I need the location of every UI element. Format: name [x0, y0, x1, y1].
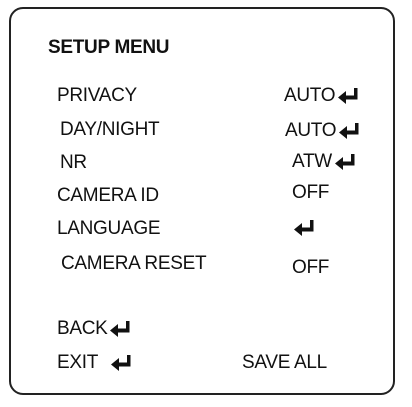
back-label[interactable]: BACK [57, 318, 108, 340]
day-night-value-group[interactable]: AUTO [285, 120, 360, 142]
nr-value-group[interactable]: ATW [292, 151, 356, 173]
camera-reset-value[interactable]: OFF [292, 257, 329, 279]
camera-id-value[interactable]: OFF [292, 182, 329, 204]
privacy-value[interactable]: AUTO [284, 85, 336, 107]
back-button[interactable]: BACK [57, 318, 131, 340]
exit-label[interactable]: EXIT [57, 352, 98, 374]
menu-item-camera-id[interactable]: CAMERA ID [57, 185, 159, 207]
privacy-value-group[interactable]: AUTO [284, 85, 359, 107]
menu-item-camera-reset[interactable]: CAMERA RESET [61, 253, 207, 275]
menu-item-nr[interactable]: NR [60, 152, 87, 174]
enter-icon [109, 320, 131, 338]
menu-item-language[interactable]: LANGUAGE [57, 218, 160, 240]
menu-item-privacy[interactable]: PRIVACY [57, 85, 137, 107]
enter-icon [110, 354, 132, 372]
save-all-button[interactable]: SAVE ALL [242, 352, 327, 374]
exit-button[interactable]: EXIT [57, 352, 132, 374]
enter-icon [338, 122, 360, 140]
nr-value[interactable]: ATW [292, 151, 332, 173]
menu-title: SETUP MENU [48, 37, 170, 58]
day-night-value[interactable]: AUTO [285, 120, 337, 142]
enter-icon [337, 87, 359, 105]
menu-item-day-night[interactable]: DAY/NIGHT [60, 119, 160, 141]
language-enter-group[interactable] [293, 219, 315, 237]
enter-icon [293, 219, 315, 237]
enter-icon [334, 153, 356, 171]
